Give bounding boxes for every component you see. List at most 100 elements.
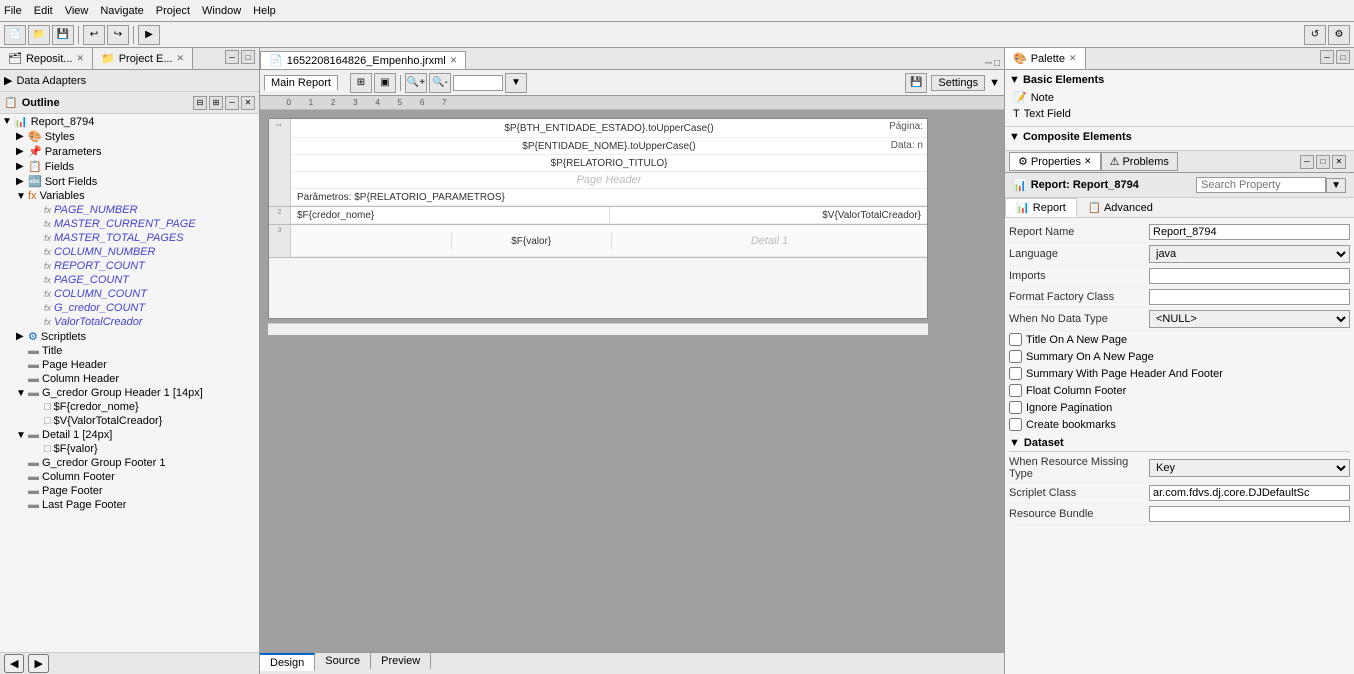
menu-project[interactable]: Project <box>156 5 190 17</box>
project-close[interactable]: ✕ <box>176 53 184 64</box>
outline-item-styles[interactable]: ▶ 🎨 Styles <box>0 129 259 144</box>
resource-bundle-input[interactable] <box>1149 506 1350 522</box>
left-prev-btn[interactable]: ◀ <box>4 654 24 673</box>
outline-item-f-credor-nome[interactable]: □ $F{credor_nome} <box>0 400 259 414</box>
new-btn[interactable]: 📄 <box>4 25 26 45</box>
expand-arrow-styles[interactable]: ▶ <box>16 131 28 142</box>
refresh-btn[interactable]: ↺ <box>1304 25 1326 45</box>
outline-minimize[interactable]: ─ <box>225 96 239 110</box>
outline-item-report-count[interactable]: fx REPORT_COUNT <box>0 259 259 273</box>
float-column-footer-checkbox[interactable] <box>1009 384 1022 397</box>
doc-tab-close[interactable]: ✕ <box>450 55 458 66</box>
menu-edit[interactable]: Edit <box>34 5 53 17</box>
expand-arrow-parameters[interactable]: ▶ <box>16 146 28 157</box>
outline-collapse-all[interactable]: ⊟ <box>193 96 207 110</box>
main-report-btn[interactable]: Main Report <box>264 75 338 91</box>
outline-item-g-credor-count[interactable]: fx G_credor_COUNT <box>0 301 259 315</box>
outline-item-fields[interactable]: ▶ 📋 Fields <box>0 159 259 174</box>
expand-arrow-fields[interactable]: ▶ <box>16 161 28 172</box>
outline-item-v-valor-total-credor[interactable]: □ $V{ValorTotalCreador} <box>0 414 259 428</box>
report-inner-tab[interactable]: 📊 Report <box>1005 198 1077 217</box>
scriplet-class-input[interactable] <box>1149 485 1350 501</box>
composite-elements-expand[interactable]: ▼ <box>1009 131 1020 143</box>
dataset-collapse-icon[interactable]: ▼ <box>1009 437 1020 449</box>
outline-item-parameters[interactable]: ▶ 📌 Parameters <box>0 144 259 159</box>
outline-item-column-header[interactable]: ▬ Column Header <box>0 372 259 386</box>
expand-arrow-g-credor-header[interactable]: ▼ <box>16 388 28 399</box>
outline-item-sort-fields[interactable]: ▶ 🔤 Sort Fields <box>0 174 259 189</box>
tab-source[interactable]: Source <box>315 653 371 669</box>
palette-close[interactable]: ✕ <box>1069 53 1077 64</box>
properties-tab-close[interactable]: ✕ <box>1084 156 1092 167</box>
expand-arrow-scriptlets[interactable]: ▶ <box>16 331 28 342</box>
menu-help[interactable]: Help <box>253 5 276 17</box>
search-property-dropdown[interactable]: ▼ <box>1326 178 1346 193</box>
outline-item-page-number[interactable]: fx PAGE_NUMBER <box>0 203 259 217</box>
imports-input[interactable] <box>1149 268 1350 284</box>
palette-item-text-field[interactable]: T Text Field <box>1009 106 1350 122</box>
run-btn[interactable]: ▶ <box>138 25 160 45</box>
canvas-wrapper[interactable]: 1 $P{BTH_ENTIDADE_ESTADO}.toUpperCase() … <box>260 110 1004 652</box>
repository-close[interactable]: ✕ <box>76 53 84 64</box>
summary-new-page-checkbox[interactable] <box>1009 350 1022 363</box>
zoom-input[interactable]: 125% <box>453 75 503 91</box>
outline-item-scriptlets[interactable]: ▶ ⚙ Scriptlets <box>0 329 259 344</box>
palette-maximize[interactable]: □ <box>1336 50 1350 64</box>
settings-btn-main[interactable]: Settings <box>931 75 985 91</box>
outline-item-last-page-footer[interactable]: ▬ Last Page Footer <box>0 498 259 512</box>
summary-with-header-footer-checkbox[interactable] <box>1009 367 1022 380</box>
outline-item-f-valor[interactable]: □ $F{valor} <box>0 442 259 456</box>
zoom-toggle-btn[interactable]: ▣ <box>374 73 396 93</box>
zoom-out-btn[interactable]: 🔍- <box>429 73 451 93</box>
outline-item-master-current-page[interactable]: fx MASTER_CURRENT_PAGE <box>0 217 259 231</box>
language-select[interactable]: java groovy <box>1149 245 1350 263</box>
left-next-btn[interactable]: ▶ <box>28 654 48 673</box>
when-no-data-select[interactable]: <NULL> NoPages BlankPage AllSectionsNoDe… <box>1149 310 1350 328</box>
basic-elements-expand[interactable]: ▼ <box>1009 74 1020 86</box>
palette-tab[interactable]: 🎨 Palette ✕ <box>1005 48 1086 69</box>
ignore-pagination-checkbox[interactable] <box>1009 401 1022 414</box>
tab-design[interactable]: Design <box>260 653 315 671</box>
outline-item-valor-total-credor[interactable]: fx ValorTotalCreador <box>0 315 259 329</box>
menu-window[interactable]: Window <box>202 5 241 17</box>
outline-expand-all[interactable]: ⊞ <box>209 96 223 110</box>
outline-item-title[interactable]: ▬ Title <box>0 344 259 358</box>
menu-view[interactable]: View <box>65 5 89 17</box>
outline-item-report[interactable]: ▼ 📊 Report_8794 <box>0 114 259 129</box>
outline-item-variables[interactable]: ▼ fx Variables <box>0 189 259 203</box>
outline-item-column-number[interactable]: fx COLUMN_NUMBER <box>0 245 259 259</box>
expand-arrow-variables[interactable]: ▼ <box>16 191 28 202</box>
palette-item-note[interactable]: 📝 Note <box>1009 89 1350 106</box>
title-new-page-checkbox[interactable] <box>1009 333 1022 346</box>
project-tab[interactable]: 📁 Project E... ✕ <box>93 48 193 69</box>
format-factory-input[interactable] <box>1149 289 1350 305</box>
props-maximize[interactable]: □ <box>1316 155 1330 169</box>
settings-btn[interactable]: ⚙ <box>1328 25 1350 45</box>
doc-maximize-btn[interactable]: □ <box>994 58 1000 69</box>
data-adapters-expand[interactable]: ▶ <box>4 74 12 87</box>
repository-tab[interactable]: 🗂 Reposit... ✕ <box>0 48 93 69</box>
outline-item-g-credor-group-footer[interactable]: ▬ G_credor Group Footer 1 <box>0 456 259 470</box>
zoom-grid-btn[interactable]: ⊞ <box>350 73 372 93</box>
outline-item-column-footer[interactable]: ▬ Column Footer <box>0 470 259 484</box>
menu-file[interactable]: File <box>4 5 22 17</box>
outline-item-column-count[interactable]: fx COLUMN_COUNT <box>0 287 259 301</box>
tab-preview[interactable]: Preview <box>371 653 431 669</box>
outline-item-page-count[interactable]: fx PAGE_COUNT <box>0 273 259 287</box>
maximize-left[interactable]: □ <box>241 50 255 64</box>
outline-item-master-total-pages[interactable]: fx MASTER_TOTAL_PAGES <box>0 231 259 245</box>
minimize-left[interactable]: ─ <box>225 50 239 64</box>
outline-item-page-header[interactable]: ▬ Page Header <box>0 358 259 372</box>
zoom-in-btn[interactable]: 🔍+ <box>405 73 427 93</box>
settings-dropdown[interactable]: ▼ <box>989 77 1000 89</box>
search-property-input[interactable] <box>1196 177 1326 193</box>
palette-minimize[interactable]: ─ <box>1320 50 1334 64</box>
save-btn[interactable]: 💾 <box>52 25 74 45</box>
menu-navigate[interactable]: Navigate <box>100 5 143 17</box>
create-bookmarks-checkbox[interactable] <box>1009 418 1022 431</box>
advanced-inner-tab[interactable]: 📋 Advanced <box>1077 198 1164 217</box>
when-resource-missing-select[interactable]: Key <box>1149 459 1350 477</box>
doc-minimize-btn[interactable]: ─ <box>985 58 992 69</box>
outline-item-page-footer[interactable]: ▬ Page Footer <box>0 484 259 498</box>
save-report-btn[interactable]: 💾 <box>905 73 927 93</box>
